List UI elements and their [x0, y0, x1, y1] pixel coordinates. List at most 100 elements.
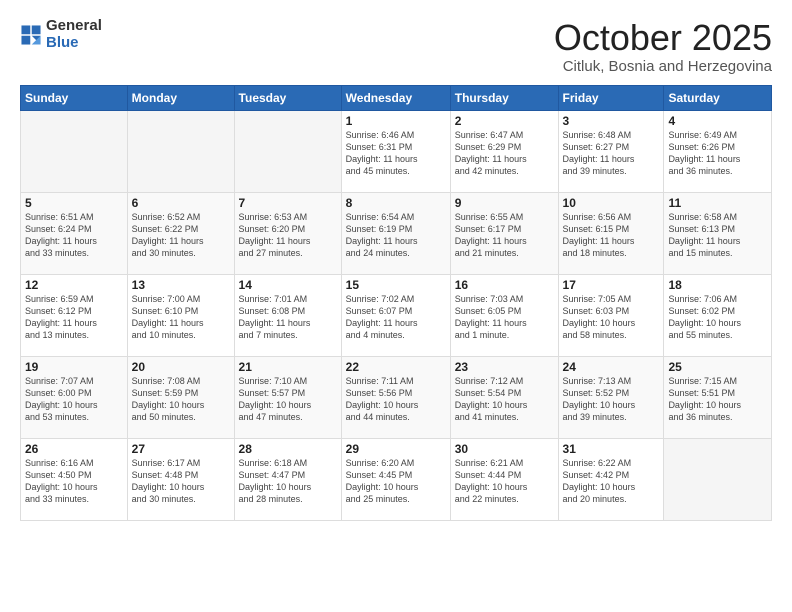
day-number: 25 — [668, 360, 767, 374]
day-info: Sunrise: 7:00 AM Sunset: 6:10 PM Dayligh… — [132, 293, 230, 342]
day-info: Sunrise: 6:47 AM Sunset: 6:29 PM Dayligh… — [455, 129, 554, 178]
day-info: Sunrise: 7:15 AM Sunset: 5:51 PM Dayligh… — [668, 375, 767, 424]
day-info: Sunrise: 7:02 AM Sunset: 6:07 PM Dayligh… — [346, 293, 446, 342]
day-info: Sunrise: 6:59 AM Sunset: 6:12 PM Dayligh… — [25, 293, 123, 342]
logo-blue: Blue — [46, 35, 102, 52]
day-info: Sunrise: 7:12 AM Sunset: 5:54 PM Dayligh… — [455, 375, 554, 424]
day-info: Sunrise: 7:05 AM Sunset: 6:03 PM Dayligh… — [563, 293, 660, 342]
week-row-4: 19Sunrise: 7:07 AM Sunset: 6:00 PM Dayli… — [21, 356, 772, 438]
day-info: Sunrise: 7:03 AM Sunset: 6:05 PM Dayligh… — [455, 293, 554, 342]
day-number: 23 — [455, 360, 554, 374]
day-cell — [21, 110, 128, 192]
day-cell — [234, 110, 341, 192]
week-row-5: 26Sunrise: 6:16 AM Sunset: 4:50 PM Dayli… — [21, 438, 772, 520]
day-cell: 2Sunrise: 6:47 AM Sunset: 6:29 PM Daylig… — [450, 110, 558, 192]
day-cell: 3Sunrise: 6:48 AM Sunset: 6:27 PM Daylig… — [558, 110, 664, 192]
day-cell: 21Sunrise: 7:10 AM Sunset: 5:57 PM Dayli… — [234, 356, 341, 438]
day-info: Sunrise: 6:48 AM Sunset: 6:27 PM Dayligh… — [563, 129, 660, 178]
weekday-header-saturday: Saturday — [664, 85, 772, 110]
day-info: Sunrise: 6:52 AM Sunset: 6:22 PM Dayligh… — [132, 211, 230, 260]
day-number: 2 — [455, 114, 554, 128]
day-number: 28 — [239, 442, 337, 456]
day-number: 11 — [668, 196, 767, 210]
day-number: 18 — [668, 278, 767, 292]
day-number: 27 — [132, 442, 230, 456]
day-cell: 26Sunrise: 6:16 AM Sunset: 4:50 PM Dayli… — [21, 438, 128, 520]
day-cell: 4Sunrise: 6:49 AM Sunset: 6:26 PM Daylig… — [664, 110, 772, 192]
day-info: Sunrise: 6:49 AM Sunset: 6:26 PM Dayligh… — [668, 129, 767, 178]
month-title: October 2025 — [554, 18, 772, 58]
day-info: Sunrise: 6:21 AM Sunset: 4:44 PM Dayligh… — [455, 457, 554, 506]
day-cell: 22Sunrise: 7:11 AM Sunset: 5:56 PM Dayli… — [341, 356, 450, 438]
day-info: Sunrise: 6:20 AM Sunset: 4:45 PM Dayligh… — [346, 457, 446, 506]
day-info: Sunrise: 6:58 AM Sunset: 6:13 PM Dayligh… — [668, 211, 767, 260]
day-cell — [664, 438, 772, 520]
day-number: 8 — [346, 196, 446, 210]
day-cell: 18Sunrise: 7:06 AM Sunset: 6:02 PM Dayli… — [664, 274, 772, 356]
day-cell: 8Sunrise: 6:54 AM Sunset: 6:19 PM Daylig… — [341, 192, 450, 274]
day-number: 13 — [132, 278, 230, 292]
weekday-header-monday: Monday — [127, 85, 234, 110]
week-row-3: 12Sunrise: 6:59 AM Sunset: 6:12 PM Dayli… — [21, 274, 772, 356]
weekday-header-row: SundayMondayTuesdayWednesdayThursdayFrid… — [21, 85, 772, 110]
day-number: 15 — [346, 278, 446, 292]
day-cell: 11Sunrise: 6:58 AM Sunset: 6:13 PM Dayli… — [664, 192, 772, 274]
day-cell: 25Sunrise: 7:15 AM Sunset: 5:51 PM Dayli… — [664, 356, 772, 438]
day-info: Sunrise: 7:13 AM Sunset: 5:52 PM Dayligh… — [563, 375, 660, 424]
day-info: Sunrise: 7:07 AM Sunset: 6:00 PM Dayligh… — [25, 375, 123, 424]
day-cell — [127, 110, 234, 192]
day-info: Sunrise: 7:08 AM Sunset: 5:59 PM Dayligh… — [132, 375, 230, 424]
day-cell: 24Sunrise: 7:13 AM Sunset: 5:52 PM Dayli… — [558, 356, 664, 438]
day-cell: 14Sunrise: 7:01 AM Sunset: 6:08 PM Dayli… — [234, 274, 341, 356]
weekday-header-sunday: Sunday — [21, 85, 128, 110]
day-info: Sunrise: 6:16 AM Sunset: 4:50 PM Dayligh… — [25, 457, 123, 506]
day-cell: 20Sunrise: 7:08 AM Sunset: 5:59 PM Dayli… — [127, 356, 234, 438]
day-cell: 17Sunrise: 7:05 AM Sunset: 6:03 PM Dayli… — [558, 274, 664, 356]
weekday-header-tuesday: Tuesday — [234, 85, 341, 110]
day-number: 22 — [346, 360, 446, 374]
day-cell: 10Sunrise: 6:56 AM Sunset: 6:15 PM Dayli… — [558, 192, 664, 274]
day-info: Sunrise: 6:17 AM Sunset: 4:48 PM Dayligh… — [132, 457, 230, 506]
day-number: 4 — [668, 114, 767, 128]
day-number: 16 — [455, 278, 554, 292]
day-number: 19 — [25, 360, 123, 374]
day-info: Sunrise: 7:01 AM Sunset: 6:08 PM Dayligh… — [239, 293, 337, 342]
header: General Blue October 2025 Citluk, Bosnia… — [20, 18, 772, 75]
day-number: 1 — [346, 114, 446, 128]
day-number: 17 — [563, 278, 660, 292]
day-info: Sunrise: 6:18 AM Sunset: 4:47 PM Dayligh… — [239, 457, 337, 506]
location-title: Citluk, Bosnia and Herzegovina — [554, 58, 772, 75]
day-cell: 23Sunrise: 7:12 AM Sunset: 5:54 PM Dayli… — [450, 356, 558, 438]
day-cell: 7Sunrise: 6:53 AM Sunset: 6:20 PM Daylig… — [234, 192, 341, 274]
page: General Blue October 2025 Citluk, Bosnia… — [0, 0, 792, 531]
day-cell: 12Sunrise: 6:59 AM Sunset: 6:12 PM Dayli… — [21, 274, 128, 356]
logo-text: General Blue — [46, 18, 102, 51]
logo: General Blue — [20, 18, 102, 51]
calendar: SundayMondayTuesdayWednesdayThursdayFrid… — [20, 85, 772, 521]
day-cell: 13Sunrise: 7:00 AM Sunset: 6:10 PM Dayli… — [127, 274, 234, 356]
day-info: Sunrise: 6:51 AM Sunset: 6:24 PM Dayligh… — [25, 211, 123, 260]
day-info: Sunrise: 7:10 AM Sunset: 5:57 PM Dayligh… — [239, 375, 337, 424]
day-number: 10 — [563, 196, 660, 210]
day-info: Sunrise: 7:11 AM Sunset: 5:56 PM Dayligh… — [346, 375, 446, 424]
day-info: Sunrise: 6:55 AM Sunset: 6:17 PM Dayligh… — [455, 211, 554, 260]
weekday-header-friday: Friday — [558, 85, 664, 110]
day-cell: 27Sunrise: 6:17 AM Sunset: 4:48 PM Dayli… — [127, 438, 234, 520]
day-info: Sunrise: 6:22 AM Sunset: 4:42 PM Dayligh… — [563, 457, 660, 506]
day-cell: 5Sunrise: 6:51 AM Sunset: 6:24 PM Daylig… — [21, 192, 128, 274]
day-number: 21 — [239, 360, 337, 374]
day-number: 31 — [563, 442, 660, 456]
day-info: Sunrise: 6:53 AM Sunset: 6:20 PM Dayligh… — [239, 211, 337, 260]
day-cell: 29Sunrise: 6:20 AM Sunset: 4:45 PM Dayli… — [341, 438, 450, 520]
week-row-1: 1Sunrise: 6:46 AM Sunset: 6:31 PM Daylig… — [21, 110, 772, 192]
day-number: 30 — [455, 442, 554, 456]
day-number: 3 — [563, 114, 660, 128]
day-info: Sunrise: 6:56 AM Sunset: 6:15 PM Dayligh… — [563, 211, 660, 260]
day-number: 24 — [563, 360, 660, 374]
day-number: 14 — [239, 278, 337, 292]
day-number: 29 — [346, 442, 446, 456]
day-cell: 28Sunrise: 6:18 AM Sunset: 4:47 PM Dayli… — [234, 438, 341, 520]
day-info: Sunrise: 6:54 AM Sunset: 6:19 PM Dayligh… — [346, 211, 446, 260]
day-cell: 15Sunrise: 7:02 AM Sunset: 6:07 PM Dayli… — [341, 274, 450, 356]
day-cell: 6Sunrise: 6:52 AM Sunset: 6:22 PM Daylig… — [127, 192, 234, 274]
